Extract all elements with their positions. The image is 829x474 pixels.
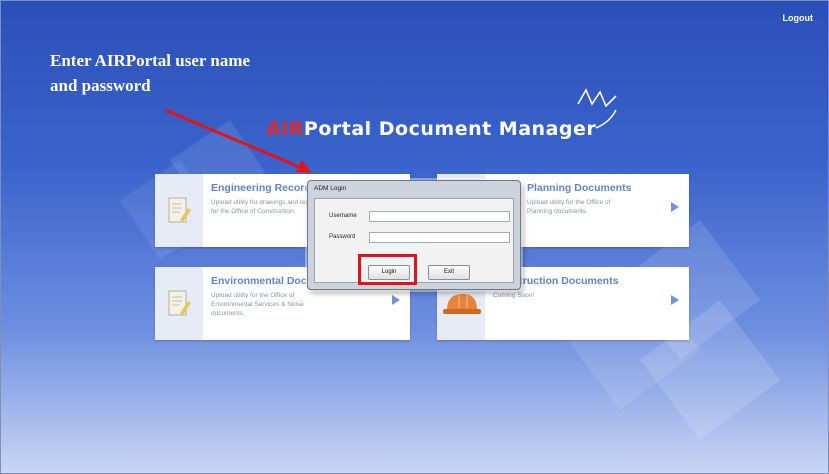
tile-description: Upload utility for drawings and reports …	[211, 199, 321, 215]
page-title: AIRPortal Document Manager	[266, 118, 596, 140]
tile-icon-box	[155, 267, 203, 340]
airportal-page: Logout Enter AIRPortal user name and pas…	[0, 0, 829, 474]
password-label: Password	[329, 234, 356, 240]
tile-description: Upload utility for the Office of Environ…	[211, 292, 304, 317]
dialog-title: ADM Login	[314, 185, 347, 192]
tile-arrow-icon[interactable]	[392, 295, 400, 305]
instruction-annotation: Enter AIRPortal user name and password	[50, 48, 320, 98]
exit-button[interactable]: Exit	[428, 265, 470, 280]
username-label: Username	[329, 213, 357, 219]
login-button[interactable]: Login	[368, 265, 410, 280]
document-edit-icon	[168, 290, 191, 315]
tile-arrow-icon[interactable]	[671, 202, 679, 212]
dialog-body: Username Password Login Exit	[314, 198, 514, 283]
password-field[interactable]	[369, 232, 510, 243]
logout-link[interactable]: Logout	[783, 13, 814, 23]
title-accent: AIR	[266, 118, 304, 140]
document-edit-icon	[168, 197, 191, 222]
tile-description: Coming Soon!	[493, 292, 535, 299]
hard-hat-icon	[443, 293, 481, 314]
annotation-line-1: Enter AIRPortal user name	[50, 51, 251, 70]
login-dialog: ADM Login Username Password Login Exit	[307, 180, 521, 290]
username-field[interactable]	[369, 211, 510, 222]
tile-arrow-icon[interactable]	[671, 295, 679, 305]
tile-icon-box	[155, 174, 203, 247]
annotation-line-2: and password	[50, 76, 151, 95]
title-rest: Portal Document Manager	[303, 118, 597, 140]
